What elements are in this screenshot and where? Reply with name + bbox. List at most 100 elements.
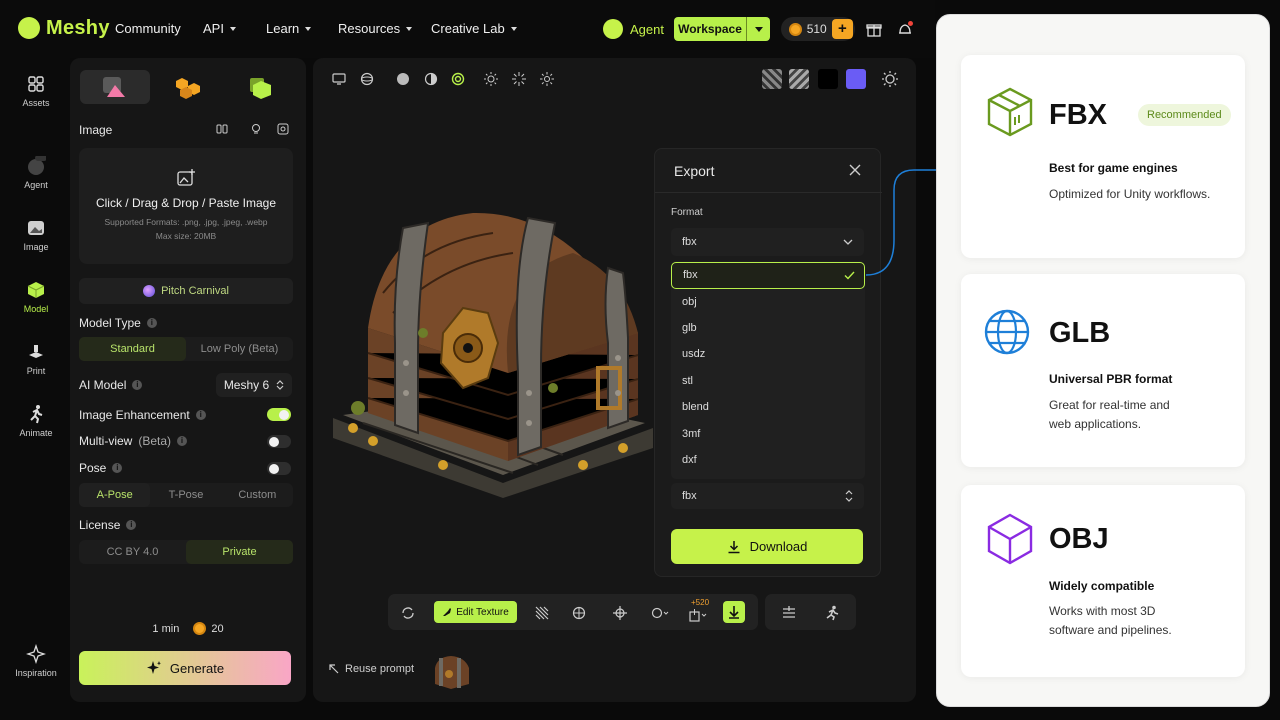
share-dropdown-icon[interactable] — [689, 608, 707, 622]
download-button[interactable]: Download — [671, 529, 863, 564]
rigging-icon[interactable] — [781, 605, 797, 621]
environment-swatch-2[interactable] — [789, 69, 809, 89]
rail-item-agent[interactable]: Agent — [0, 156, 72, 190]
workspace-dropdown[interactable] — [747, 26, 770, 32]
ai-model-label-row: AI Model i — [79, 378, 143, 392]
tab-image-to-3d[interactable] — [80, 70, 150, 104]
bell-icon[interactable] — [896, 20, 914, 38]
format-option-dxf[interactable]: dxf — [671, 447, 865, 473]
tab-multi-object[interactable] — [153, 70, 223, 104]
close-icon[interactable] — [848, 163, 862, 177]
ai-model-select[interactable]: Meshy 6 — [216, 373, 292, 397]
meshy-logo-icon[interactable] — [18, 17, 40, 39]
nav-resources-label: Resources — [338, 21, 401, 36]
textured-shading-icon[interactable] — [451, 72, 465, 86]
background-purple-swatch[interactable] — [846, 69, 866, 89]
info-icon[interactable]: i — [126, 520, 137, 530]
prompt-thumbnail[interactable] — [431, 654, 473, 690]
monitor-icon[interactable] — [332, 72, 346, 86]
rail-item-animate[interactable]: Animate — [0, 404, 72, 438]
remesh-icon[interactable] — [401, 606, 415, 620]
add-credits-button[interactable]: + — [831, 19, 853, 39]
wireframe-sphere-icon[interactable] — [360, 72, 374, 86]
download-toolbar-button[interactable] — [723, 601, 745, 623]
tab-text-to-3d[interactable] — [226, 70, 296, 104]
model-type-standard[interactable]: Standard — [79, 337, 186, 361]
nav-community[interactable]: Community — [115, 21, 181, 36]
planet-icon — [143, 285, 156, 297]
light-icon[interactable] — [484, 72, 498, 86]
nav-api[interactable]: API — [203, 21, 236, 36]
format-option-blend[interactable]: blend — [671, 394, 865, 420]
ai-model-label: AI Model — [79, 378, 127, 392]
animate-dropdown-icon[interactable] — [651, 606, 669, 620]
rail-label: Animate — [19, 428, 53, 438]
multi-image-icon[interactable] — [216, 123, 228, 135]
credits-pill[interactable]: 510 + — [781, 17, 855, 41]
nav-creative-lab[interactable]: Creative Lab — [431, 21, 517, 36]
image-upload-dropzone[interactable]: Click / Drag & Drop / Paste Image Suppor… — [79, 148, 293, 264]
model-type-low-poly[interactable]: Low Poly (Beta) — [186, 337, 293, 361]
secondary-format-value: fbx — [682, 490, 697, 502]
gallery-icon[interactable] — [277, 123, 289, 135]
solid-shading-icon[interactable] — [396, 72, 410, 86]
settings-sun-icon[interactable] — [881, 70, 899, 88]
workspace-button[interactable]: Workspace — [674, 17, 770, 41]
pitch-carnival-banner[interactable]: Pitch Carnival — [79, 278, 293, 304]
image-enhancement-toggle[interactable] — [267, 408, 291, 421]
format-option-obj[interactable]: obj — [671, 289, 865, 315]
treasure-chest-model[interactable] — [323, 183, 663, 498]
rail-item-assets[interactable]: Assets — [0, 74, 72, 108]
background-black-swatch[interactable] — [818, 69, 838, 89]
pose-a[interactable]: A-Pose — [79, 483, 151, 507]
chevron-updown-icon — [845, 490, 853, 502]
box-icon — [987, 87, 1033, 137]
light-rays-icon[interactable] — [512, 72, 526, 86]
format-option-label: fbx — [683, 269, 698, 281]
pose-t[interactable]: T-Pose — [150, 483, 221, 507]
model-type-label-row: Model Type i — [79, 316, 157, 330]
rail-item-image[interactable]: Image — [0, 218, 72, 252]
info-icon[interactable]: i — [195, 410, 206, 420]
agent-button[interactable]: Agent — [603, 19, 664, 39]
format-option-usdz[interactable]: usdz — [671, 341, 865, 367]
nav-resources[interactable]: Resources — [338, 21, 413, 36]
pose-custom[interactable]: Custom — [222, 483, 293, 507]
license-private[interactable]: Private — [186, 540, 293, 564]
clay-shading-icon[interactable] — [424, 72, 438, 86]
info-icon[interactable]: i — [146, 318, 157, 328]
workspace-label: Workspace — [678, 22, 742, 36]
format-dropdown-list: fbx obj glb usdz stl blend 3mf dxf — [671, 261, 865, 479]
gift-icon[interactable] — [866, 21, 882, 37]
brand-name[interactable]: Meshy — [46, 17, 110, 40]
secondary-format-select[interactable]: fbx — [671, 483, 864, 509]
running-figure-icon[interactable] — [824, 605, 840, 621]
format-select[interactable]: fbx — [671, 228, 864, 256]
texture-pattern-icon[interactable] — [535, 606, 549, 620]
rail-item-inspiration[interactable]: Inspiration — [0, 644, 72, 678]
rig-icon[interactable] — [613, 606, 627, 620]
rail-item-print[interactable]: Print — [0, 342, 72, 376]
multiview-toggle[interactable] — [267, 435, 291, 448]
info-icon[interactable]: i — [177, 436, 188, 446]
lightbulb-icon[interactable] — [250, 123, 262, 135]
sparkle-icon — [26, 644, 46, 664]
format-option-glb[interactable]: glb — [671, 315, 865, 341]
image-enhancement-label: Image Enhancement — [79, 408, 190, 422]
reuse-prompt-button[interactable]: Reuse prompt — [329, 663, 414, 675]
format-option-fbx[interactable]: fbx — [671, 262, 865, 289]
info-icon[interactable]: i — [132, 380, 143, 390]
sparkle-icon — [146, 661, 161, 674]
license-cc-by[interactable]: CC BY 4.0 — [79, 540, 186, 564]
pose-toggle[interactable] — [267, 462, 291, 475]
generate-button[interactable]: Generate — [79, 651, 291, 685]
mesh-sphere-icon[interactable] — [572, 606, 586, 620]
rail-item-model[interactable]: Model — [0, 280, 72, 314]
edit-texture-button[interactable]: Edit Texture — [434, 601, 517, 623]
format-option-stl[interactable]: stl — [671, 368, 865, 394]
sun-icon[interactable] — [540, 72, 554, 86]
format-option-3mf[interactable]: 3mf — [671, 421, 865, 447]
info-icon[interactable]: i — [112, 463, 123, 473]
nav-learn[interactable]: Learn — [266, 21, 312, 36]
environment-swatch-1[interactable] — [762, 69, 782, 89]
